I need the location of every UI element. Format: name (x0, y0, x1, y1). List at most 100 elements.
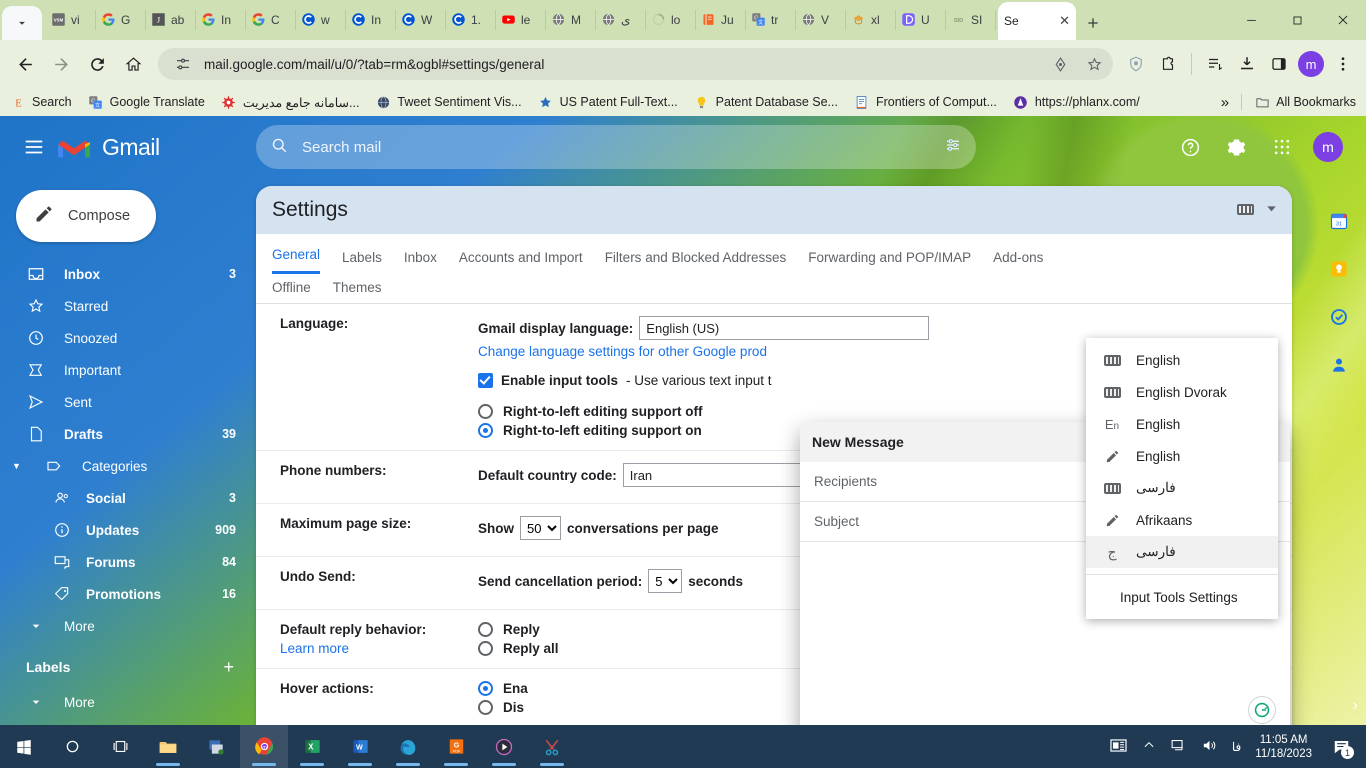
reload-icon[interactable] (80, 47, 114, 81)
compose-button[interactable]: Compose (16, 190, 156, 242)
file-explorer-icon[interactable] (144, 725, 192, 768)
browser-tab[interactable]: G (96, 0, 146, 40)
bookmark-item[interactable]: Tweet Sentiment Vis... (375, 94, 522, 110)
notifications-icon[interactable]: 1 (1326, 725, 1356, 768)
main-menu-icon[interactable] (12, 125, 56, 169)
extensions-puzzle-icon[interactable] (1153, 49, 1183, 79)
downloads-icon[interactable] (1232, 49, 1262, 79)
page-size-select[interactable]: 50 (520, 516, 561, 540)
tab-accounts-and-import[interactable]: Accounts and Import (459, 250, 583, 274)
input-method-item[interactable]: Afrikaans (1086, 504, 1278, 536)
browser-tab[interactable]: ی (596, 0, 646, 40)
word-icon[interactable]: W (336, 725, 384, 768)
bookmark-item[interactable]: US Patent Full-Text... (538, 94, 678, 110)
extension-shield-icon[interactable] (1121, 49, 1151, 79)
browser-tab[interactable]: SID SI (946, 0, 996, 40)
keyboard-icon[interactable] (1237, 202, 1254, 220)
maximize-window-button[interactable] (1274, 3, 1320, 37)
sidebar-item-social[interactable]: Social 3 (8, 482, 248, 514)
tab-labels[interactable]: Labels (342, 250, 382, 274)
edge-icon[interactable] (384, 725, 432, 768)
sidebar-item-categories[interactable]: ▼ Categories (8, 450, 248, 482)
media-player-icon[interactable] (480, 725, 528, 768)
create-label-icon[interactable]: + (223, 657, 234, 678)
profile-avatar[interactable]: m (1296, 49, 1326, 79)
browser-tab[interactable]: In (346, 0, 396, 40)
gmail-logo[interactable]: Gmail (56, 133, 246, 161)
bookmark-item[interactable]: G 文 Google Translate (88, 94, 205, 110)
account-avatar[interactable]: m (1310, 129, 1346, 165)
tab-themes[interactable]: Themes (333, 280, 382, 295)
browser-tab[interactable]: C (246, 0, 296, 40)
browser-tab[interactable]: le (496, 0, 546, 40)
undo-send-select[interactable]: 5 (648, 569, 683, 593)
tab-close-icon[interactable]: ✕ (1059, 13, 1070, 29)
sidebar-item-more[interactable]: More (8, 610, 248, 642)
site-settings-icon[interactable] (170, 51, 196, 77)
excel-icon[interactable]: X (288, 725, 336, 768)
browser-tab[interactable]: In (196, 0, 246, 40)
side-panel-icon[interactable] (1264, 49, 1294, 79)
tab-offline[interactable]: Offline (272, 280, 311, 295)
bookmark-item[interactable]: سامانه جامع مدیریت... (221, 94, 359, 110)
browser-tab[interactable]: xl (846, 0, 896, 40)
search-options-icon[interactable] (944, 136, 962, 159)
active-tab[interactable]: Se ✕ (998, 2, 1076, 40)
apps-grid-icon[interactable] (1264, 129, 1300, 165)
network-icon[interactable] (1170, 737, 1187, 757)
browser-tab[interactable]: lo (646, 0, 696, 40)
input-method-item[interactable]: En English (1086, 408, 1278, 440)
browser-tab[interactable]: Jab (146, 0, 196, 40)
hover-disable-radio[interactable] (478, 700, 493, 715)
browser-tab[interactable]: U (896, 0, 946, 40)
input-method-item[interactable]: English (1086, 344, 1278, 376)
forward-icon[interactable] (44, 47, 78, 81)
grammarly-icon[interactable] (1248, 696, 1276, 724)
google-keep-icon[interactable] (1328, 258, 1350, 280)
sidebar-item-drafts[interactable]: Drafts 39 (8, 418, 248, 450)
tab-filters-and-blocked-addresses[interactable]: Filters and Blocked Addresses (605, 250, 787, 274)
rtl-off-radio[interactable] (478, 404, 493, 419)
google-calendar-icon[interactable]: 31 (1328, 210, 1350, 232)
tab-search-chevron-icon[interactable] (2, 6, 42, 40)
close-window-button[interactable] (1320, 3, 1366, 37)
sidebar-item-snoozed[interactable]: Snoozed (8, 322, 248, 354)
browser-tab[interactable]: 1. (446, 0, 496, 40)
tab-forwarding-and-pop-imap[interactable]: Forwarding and POP/IMAP (808, 250, 971, 274)
rtl-on-radio[interactable] (478, 423, 493, 438)
new-tab-button[interactable] (1076, 6, 1110, 40)
volume-icon[interactable] (1201, 737, 1218, 757)
reading-list-icon[interactable] (1200, 49, 1230, 79)
browser-tab[interactable]: M (546, 0, 596, 40)
chrome-menu-icon[interactable] (1328, 49, 1358, 79)
tab-general[interactable]: General (272, 247, 321, 274)
show-hidden-icons-icon[interactable] (1142, 738, 1156, 755)
input-method-item[interactable]: فارسی (1086, 472, 1278, 504)
minimize-window-button[interactable] (1228, 3, 1274, 37)
sidebar-item-sent[interactable]: Sent (8, 386, 248, 418)
help-icon[interactable] (1172, 129, 1208, 165)
sidebar-item-forums[interactable]: Forums 84 (8, 546, 248, 578)
bookmark-item[interactable]: Frontiers of Comput... (854, 94, 997, 110)
browser-tab[interactable]: W (396, 0, 446, 40)
bookmark-item[interactable]: https://phlanx.com/ (1013, 94, 1140, 110)
tracking-protection-icon[interactable] (1047, 51, 1073, 77)
search-bar[interactable]: Search mail (256, 125, 976, 169)
news-weather-icon[interactable] (1109, 736, 1128, 758)
hover-enable-radio[interactable] (478, 681, 493, 696)
browser-tab[interactable]: w (296, 0, 346, 40)
change-language-link[interactable]: Change language settings for other Googl… (478, 344, 767, 359)
sidebar-item-promotions[interactable]: Promotions 16 (8, 578, 248, 610)
tab-inbox[interactable]: Inbox (404, 250, 437, 274)
address-bar[interactable]: mail.google.com/mail/u/0/?tab=rm&ogbl#se… (158, 48, 1113, 80)
browser-tab[interactable]: VSM vi (46, 0, 96, 40)
chrome-icon[interactable]: m (240, 725, 288, 768)
tab-add-ons[interactable]: Add-ons (993, 250, 1043, 274)
input-tools-settings-item[interactable]: Input Tools Settings (1086, 581, 1278, 613)
reply-all-radio[interactable] (478, 641, 493, 656)
sidebar-item-updates[interactable]: Updates 909 (8, 514, 248, 546)
task-view-icon[interactable] (96, 725, 144, 768)
learn-more-link[interactable]: Learn more (280, 641, 478, 656)
snipping-tool-icon[interactable] (528, 725, 576, 768)
google-contacts-icon[interactable] (1328, 354, 1350, 376)
